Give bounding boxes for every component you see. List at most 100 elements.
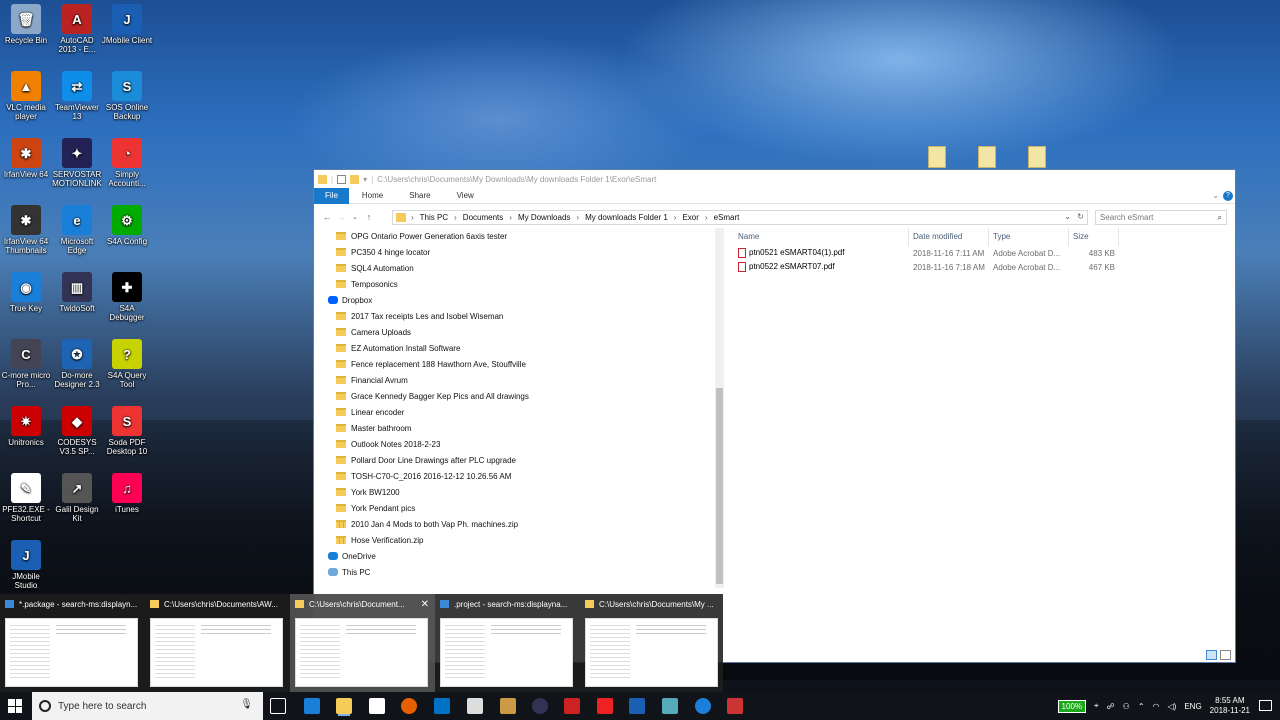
search-input[interactable]: Search eSmart ⌕ — [1095, 210, 1227, 225]
details-view-icon[interactable] — [1206, 650, 1217, 660]
desktop-icon-servostar-motionlink[interactable]: ✦ SERVOSTAR MOTIONLINK — [51, 138, 103, 188]
app-taskbar-icon[interactable] — [564, 698, 580, 714]
tree-item-fence-replacement-188-hawthorn-ave-stouffville[interactable]: Fence replacement 188 Hawthorn Ave, Stou… — [314, 356, 726, 372]
desktop-icon-galil-design-kit[interactable]: ↗ Galil Design Kit — [51, 473, 103, 523]
taskbar-search-box[interactable]: Type here to search 🎙 — [32, 692, 263, 720]
network-icon[interactable]: ☍ — [1107, 702, 1115, 711]
mail-taskbar-icon[interactable] — [369, 698, 385, 714]
show-hidden-icons-icon[interactable]: ⌃ — [1138, 702, 1145, 711]
desktop-icon-vlc-media-player[interactable]: ▲ VLC media player — [0, 71, 52, 121]
scrollbar-thumb[interactable] — [716, 388, 723, 584]
thumbnail-window-3[interactable]: C:\Users\chris\Document... ✕ — [290, 594, 435, 692]
tree-item-this-pc[interactable]: This PC — [314, 564, 726, 580]
column-date-modified[interactable]: Date modified — [909, 228, 989, 246]
desktop-icon-soda-pdf-desktop-10[interactable]: S Soda PDF Desktop 10 — [101, 406, 153, 456]
tree-item-york-pendant-pics[interactable]: York Pendant pics — [314, 500, 726, 516]
address-dropdown-icon[interactable]: ⌄ — [1064, 212, 1071, 221]
thumbnail-window-5[interactable]: C:\Users\chris\Documents\My ... — [580, 594, 725, 692]
app-taskbar-icon[interactable] — [532, 698, 548, 714]
tree-item-ez-automation-install-software[interactable]: EZ Automation Install Software — [314, 340, 726, 356]
calculator-taskbar-icon[interactable] — [467, 698, 483, 714]
acrobat-taskbar-icon[interactable] — [597, 698, 613, 714]
desktop-icon-simply-accounti[interactable]: ◔ Simply Accounti... — [101, 138, 153, 188]
desktop-icon-s4a-config[interactable]: ⚙ S4A Config — [101, 205, 153, 246]
jmobile-taskbar-icon[interactable] — [629, 698, 645, 714]
desktop-file-icon[interactable] — [1028, 146, 1046, 168]
tree-item-master-bathroom[interactable]: Master bathroom — [314, 420, 726, 436]
desktop-icon-c-more-micro-pro[interactable]: C C-more micro Pro... — [0, 339, 52, 389]
desktop-icon-irfanview-64-thumbnails[interactable]: ✱ IrfanView 64 Thumbnails — [0, 205, 52, 255]
desktop-icon-teamviewer-13[interactable]: ⇄ TeamViewer 13 — [51, 71, 103, 121]
desktop-icon-jmobile-client[interactable]: J JMobile Client — [101, 4, 153, 45]
desktop-icon-recycle-bin[interactable]: 🗑 Recycle Bin — [0, 4, 52, 45]
close-icon[interactable]: ✕ — [421, 599, 429, 610]
tree-item-temposonics[interactable]: Temposonics — [314, 276, 726, 292]
help-icon[interactable]: ? — [1223, 190, 1233, 201]
breadcrumb-exor[interactable]: Exor — [682, 213, 698, 222]
quick-access-dropdown-icon[interactable]: ▾ — [363, 175, 367, 184]
tab-share[interactable]: Share — [396, 188, 443, 204]
action-center-icon[interactable] — [1259, 700, 1272, 711]
tab-home[interactable]: Home — [349, 188, 396, 204]
people-icon[interactable]: ⚇ — [1123, 702, 1130, 711]
desktop-icon-microsoft-edge[interactable]: e Microsoft Edge — [51, 205, 103, 255]
back-arrow-icon[interactable]: ← — [320, 212, 334, 222]
new-folder-icon[interactable] — [350, 174, 360, 184]
desktop-icon-jmobile-studio[interactable]: J JMobile Studio — [0, 540, 52, 590]
desktop-icon-sos-online-backup[interactable]: S SOS Online Backup — [101, 71, 153, 121]
tree-item-dropbox[interactable]: Dropbox — [314, 292, 726, 308]
tab-file[interactable]: File — [314, 187, 349, 204]
column-size[interactable]: Size — [1069, 228, 1119, 246]
desktop-icon-true-key[interactable]: ◉ True Key — [0, 272, 52, 313]
tree-item-opg-ontario-power-generation-6axis-tester[interactable]: OPG Ontario Power Generation 6axis teste… — [314, 228, 726, 244]
location-icon[interactable]: ⌖ — [1094, 701, 1099, 711]
tree-item-onedrive[interactable]: OneDrive — [314, 548, 726, 564]
app-taskbar-icon[interactable] — [727, 698, 743, 714]
refresh-icon[interactable]: ↻ — [1077, 212, 1084, 221]
up-arrow-icon[interactable]: ↑ — [362, 212, 376, 222]
file-row[interactable]: ptn0522 eSMART07.pdf 2018-11-16 7:18 AM Ad… — [734, 260, 1235, 274]
desktop-file-icon[interactable] — [928, 146, 946, 168]
firefox-taskbar-icon[interactable] — [401, 698, 417, 714]
tree-item-camera-uploads[interactable]: Camera Uploads — [314, 324, 726, 340]
clock[interactable]: 8:55 AM 2018-11-21 — [1210, 696, 1250, 716]
edge-taskbar-icon[interactable] — [304, 698, 320, 714]
tree-item-outlook-notes-2018-2-23[interactable]: Outlook Notes 2018-2-23 — [314, 436, 726, 452]
desktop-icon-unitronics[interactable]: ✷ Unitronics — [0, 406, 52, 447]
desktop-icon-irfanview-64[interactable]: ✱ IrfanView 64 — [0, 138, 52, 179]
tree-item-2017-tax-receipts-les-and-isobel-wiseman[interactable]: 2017 Tax receipts Les and Isobel Wiseman — [314, 308, 726, 324]
navigation-scrollbar[interactable] — [715, 228, 724, 588]
column-type[interactable]: Type — [989, 228, 1069, 246]
tree-item-sql4-automation[interactable]: SQL4 Automation — [314, 260, 726, 276]
tree-item-pollard-door-line-drawings-after-plc-upgrade[interactable]: Pollard Door Line Drawings after PLC upg… — [314, 452, 726, 468]
task-view-icon[interactable] — [270, 698, 286, 714]
tree-item-hose-verification-zip[interactable]: Hose Verification.zip — [314, 532, 726, 548]
language-indicator[interactable]: ENG — [1184, 702, 1201, 711]
forward-arrow-icon[interactable]: → — [334, 212, 348, 222]
file-explorer-taskbar-icon[interactable] — [336, 698, 352, 714]
desktop-icon-s4a-query-tool[interactable]: ? S4A Query Tool — [101, 339, 153, 389]
thumbnail-window-2[interactable]: C:\Users\chris\Documents\AW... — [145, 594, 290, 692]
volume-icon[interactable]: ◁) — [1168, 702, 1177, 711]
desktop-icon-do-more-designer-2-3[interactable]: ✪ Do-more Designer 2.3 — [51, 339, 103, 389]
windows-start-icon[interactable] — [8, 699, 22, 713]
file-row[interactable]: ptn0521 eSMART04(1).pdf 2018-11-16 7:11 A… — [734, 246, 1235, 260]
breadcrumb-my-downloads[interactable]: My Downloads — [518, 213, 570, 222]
address-bar[interactable]: › This PC › Documents › My Downloads › My d… — [392, 210, 1088, 225]
microphone-icon[interactable]: 🎙 — [240, 699, 253, 710]
desktop-icon-autocad-2013-e[interactable]: A AutoCAD 2013 - E... — [51, 4, 103, 54]
breadcrumb-esmart[interactable]: eSmart — [714, 213, 740, 222]
tab-view[interactable]: View — [444, 188, 487, 204]
tree-item-pc350-4-hinge-locator[interactable]: PC350 4 hinge locator — [314, 244, 726, 260]
breadcrumb-documents[interactable]: Documents — [463, 213, 503, 222]
thumbnail-window-1[interactable]: *.package - search-ms:displayn... — [0, 594, 145, 692]
breadcrumb-my-downloads-folder-1[interactable]: My downloads Folder 1 — [585, 213, 668, 222]
desktop-icon-twidosoft[interactable]: ▥ TwidoSoft — [51, 272, 103, 313]
properties-icon[interactable] — [337, 174, 347, 184]
battery-indicator[interactable]: 100% — [1057, 699, 1087, 713]
column-name[interactable]: Name — [734, 228, 909, 246]
app-taskbar-icon[interactable] — [662, 698, 678, 714]
desktop-file-icon[interactable] — [978, 146, 996, 168]
recent-locations-icon[interactable]: ⌄ — [348, 213, 362, 221]
outlook-taskbar-icon[interactable] — [434, 698, 450, 714]
